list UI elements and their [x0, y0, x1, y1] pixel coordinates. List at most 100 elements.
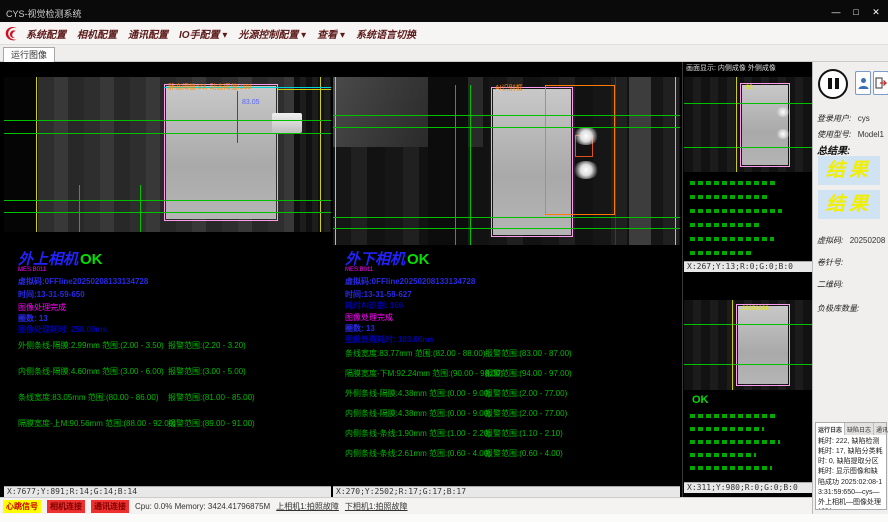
pixel-status-left: X:7677;Y:891;R:14;G:14;B:14	[4, 486, 331, 497]
ai-box-overlay-label: AI识别框	[495, 83, 523, 93]
measurement-row: 隔膜宽度-上M:90.56mm 范围:(88.00 - 92.00) 报警范围:…	[18, 418, 318, 444]
virtual-barcode: 虚拟码:0FFline20250208133134728	[345, 276, 475, 287]
alarm-range: 报警范围:(81.00 - 85.00)	[168, 392, 255, 403]
menu-item[interactable]: 系统配置	[26, 26, 66, 41]
camera-panel-outer-upper: 静态阈值:93, 动态阈值:100 83.05 外上相机OK MES:B011 …	[4, 76, 331, 497]
lower-camera-fault-link[interactable]: 下相机1:拍照故障	[345, 501, 408, 512]
process-done-label: 图像处理完成	[18, 302, 66, 313]
measurement-value: 条线宽度:83.77mm 范围:(82.00 - 88.00)	[345, 348, 486, 359]
snapshot-button[interactable]	[855, 71, 871, 95]
vcode-label: 虚拟码:	[817, 236, 843, 245]
measurement-value: 外侧条线-隔膜:2.99mm 范围:(2.00 - 3.50)	[18, 340, 164, 351]
menubar: 系统配置相机配置通讯配置 IO手配置 ▾ 光源控制配置 ▾ 查看 ▾ 系统语言切换	[0, 22, 888, 45]
main-area: 画面显示: 内侧成像 外侧成像 静态阈值:	[0, 62, 812, 497]
capture-time: 时间:13-31-59-650	[18, 289, 85, 300]
login-user-label: 登录用户:	[817, 114, 851, 123]
log-tab-defect[interactable]: 缺陷日志	[845, 423, 874, 435]
model-label: 使用型号:	[817, 130, 851, 139]
window-controls: — □ ✕	[828, 6, 884, 19]
gripper-part	[272, 113, 302, 133]
window-control-button[interactable]: —	[828, 6, 844, 19]
result-box-2-text: 结果	[826, 194, 872, 215]
vcode-value: 20250208	[850, 236, 886, 245]
measurement-value: 外侧条线-隔膜:4.38mm 范围:(0.00 - 9.00)	[345, 388, 491, 399]
pixel-status-center: X:270;Y:2502;R:17;G:17;B:17	[333, 486, 680, 497]
log-tabs: 运行日志 缺陷日志 通讯日志	[816, 423, 886, 435]
model-row: 使用型号: Model1	[817, 124, 884, 142]
elapsed-time: 图像处理耗时: 183.00ms	[345, 334, 434, 345]
alarm-range: 报警范围:(0.60 - 4.00)	[485, 448, 563, 459]
alarm-range: 报警范围:(2.00 - 77.00)	[485, 388, 567, 399]
window-title: CYS-视觉检测系统	[6, 7, 82, 20]
measurement-value: 内侧条线-条线:2.61mm 范围:(0.60 - 4.00)	[345, 448, 491, 459]
process-done-label: 图像处理完成	[345, 312, 393, 323]
measurement-row: 内侧条线-隔膜:4.38mm 范围:(0.00 - 9.00) 报警范围:(2.…	[345, 408, 675, 428]
camera-result-title: 外下相机OK	[345, 248, 430, 269]
measure-overlay-label: 83.05	[242, 99, 260, 106]
measurement-row: 外侧条线-隔膜:2.99mm 范围:(2.00 - 3.50) 报警范围:(2.…	[18, 340, 318, 366]
small-camera-image-top[interactable]: 93	[684, 77, 812, 172]
image-tick-label: 20250208	[742, 306, 769, 312]
measurement-row: 内侧条线-条线:2.61mm 范围:(0.60 - 4.00) 报警范围:(0.…	[345, 448, 675, 468]
count-row: 负极库数量:	[817, 298, 859, 316]
total-result-label: 总结果:	[817, 142, 850, 157]
camera-image-outer-lower[interactable]: AI识别框	[333, 77, 680, 245]
measurement-row: 外侧条线-隔膜:4.38mm 范围:(0.00 - 9.00) 报警范围:(2.…	[345, 388, 675, 408]
small-camera-image-bottom[interactable]: 20250208	[684, 300, 812, 390]
result-ok-label: OK	[407, 251, 430, 268]
qr-row: 二维码:	[817, 274, 843, 292]
display-mode-label: 画面显示: 内侧成像 外侧成像	[683, 62, 812, 76]
image-tick-label: 93	[746, 85, 753, 91]
menu-item[interactable]: 查看 ▾	[317, 26, 345, 41]
pause-button[interactable]	[818, 69, 848, 99]
ai-elapsed: 耗时AI识别: 166	[345, 300, 403, 311]
camera-result-title: 外上相机OK	[18, 248, 103, 269]
capture-time: 时间:13-31-59-627	[345, 289, 412, 300]
window-control-button[interactable]: ✕	[868, 6, 884, 19]
measurement-value: 隔膜宽度-上M:90.56mm 范围:(88.00 - 92.00)	[18, 418, 176, 429]
logout-button[interactable]	[873, 71, 888, 95]
measurement-value: 隔膜宽度-下M:92.24mm 范围:(90.00 - 98.00)	[345, 368, 503, 379]
menu-items: 系统配置相机配置通讯配置 IO手配置 ▾ 光源控制配置 ▾ 查看 ▾ 系统语言切换	[26, 22, 416, 45]
pixel-status-small-top: X:267;Y:13;R:0;G:0;B:0	[684, 261, 812, 272]
exit-arrow-icon	[875, 77, 887, 89]
window-edge	[0, 514, 888, 522]
small-panel-bottom: 20250208 OK X:311;Y:980;R:0;G:0;B:0	[684, 274, 812, 493]
upper-camera-fault-link[interactable]: 上相机1:拍照故障	[276, 501, 339, 512]
menu-item[interactable]: 通讯配置	[128, 26, 168, 41]
app-window: CYS-视觉检测系统 — □ ✕ 系统配置相机配置通讯配置 IO手配置 ▾ 光源控制配置…	[0, 0, 888, 522]
tab-run-image[interactable]: 运行图像	[3, 47, 55, 62]
virtual-barcode: 虚拟码:0FFline20250208133134728	[18, 276, 148, 287]
measurement-row: 内侧条线-条线:1.90mm 范围:(1.00 - 2.20) 报警范围:(1.…	[345, 428, 675, 448]
menu-item[interactable]: 相机配置	[77, 26, 117, 41]
qr-label: 二维码:	[817, 280, 843, 289]
measurement-row: 内侧条线-隔膜:4.60mm 范围:(3.00 - 6.00) 报警范围:(3.…	[18, 366, 318, 392]
alarm-range: 报警范围:(94.00 - 97.00)	[485, 368, 572, 379]
tab-row: 运行图像	[0, 45, 888, 62]
comm-connect-badge: 通讯连接	[91, 500, 129, 513]
measurement-value: 内侧条线-条线:1.90mm 范围:(1.00 - 2.20)	[345, 428, 491, 439]
menu-item[interactable]: 光源控制配置 ▾	[238, 26, 306, 41]
camera-panel-outer-lower: AI识别框 外下相机OK MES:B011 虚拟码:0FFline2025020…	[333, 76, 680, 497]
camera-image-outer-upper[interactable]: 静态阈值:93, 动态阈值:100 83.05	[4, 77, 331, 232]
result-ok-label: OK	[80, 251, 103, 268]
round-count: 圈数: 13	[345, 323, 375, 334]
menu-item[interactable]: 系统语言切换	[356, 26, 416, 41]
measurement-value: 内侧条线-隔膜:4.38mm 范围:(0.00 - 9.00)	[345, 408, 491, 419]
log-tab-run[interactable]: 运行日志	[816, 423, 845, 435]
roll-label: 卷针号:	[817, 258, 843, 267]
login-user-value: cys	[858, 114, 870, 123]
pixel-status-small-bottom: X:311;Y:980;R:0;G:0;B:0	[684, 482, 812, 493]
measurement-row: 条线宽度:83.05mm 范围:(80.00 - 86.00) 报警范围:(81…	[18, 392, 318, 418]
sidebar: 登录用户: cys 使用型号: Model1 总结果: 结果 结果 虚拟码: 2…	[812, 62, 888, 514]
elapsed-time: 图像处理耗时: 258.00ms	[18, 324, 107, 335]
window-control-button[interactable]: □	[848, 6, 864, 19]
camera-connect-badge: 相机连接	[47, 500, 85, 513]
mes-status: MES:B011	[345, 267, 373, 273]
log-tab-comm[interactable]: 通讯日志	[874, 423, 888, 435]
vcode-row: 虚拟码: 20250208	[817, 230, 885, 248]
menu-item[interactable]: IO手配置 ▾	[179, 26, 227, 41]
log-content[interactable]: 耗时: 222, 缺陷检测耗时: 17, 缺陷分类耗时: 0, 缺陷提取分区耗时…	[816, 435, 886, 509]
alarm-range: 报警范围:(2.20 - 3.20)	[168, 340, 246, 351]
alarm-range: 报警范围:(1.10 - 2.10)	[485, 428, 563, 439]
